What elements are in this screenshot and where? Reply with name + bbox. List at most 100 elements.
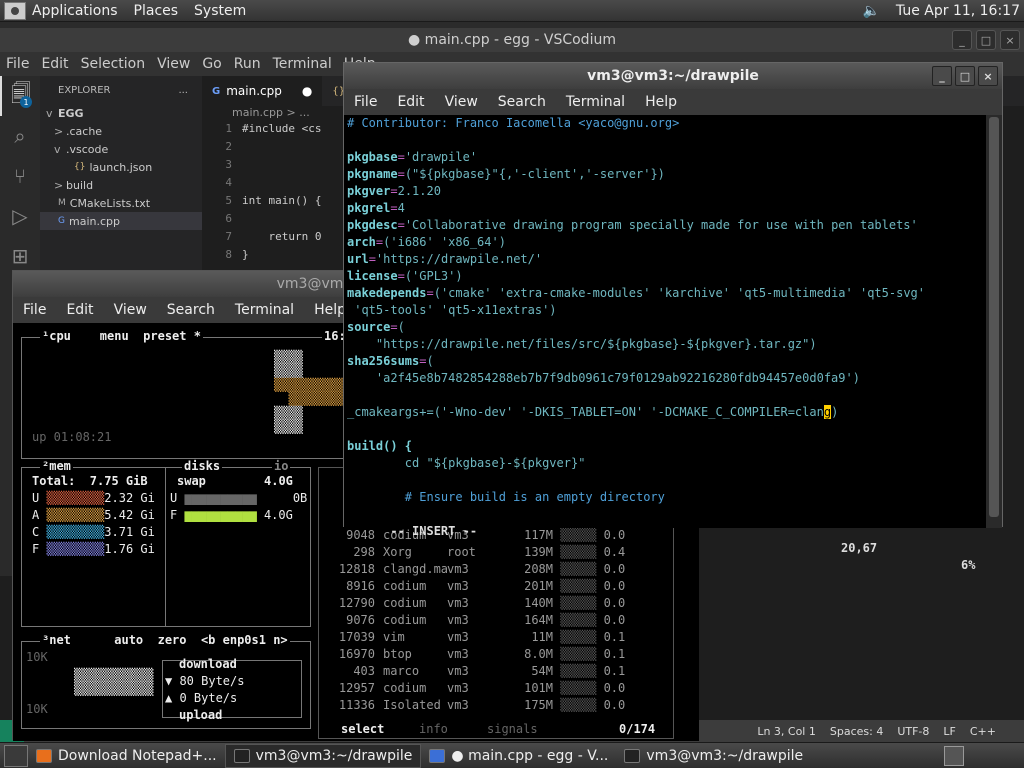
menu-terminal[interactable]: Terminal: [225, 302, 304, 318]
status-indentation[interactable]: Spaces: 4: [830, 725, 883, 738]
mem-row-available: A ▒▒▒▒▒▒▒▒5.42 Gi: [32, 508, 155, 522]
clock[interactable]: Tue Apr 11, 16:17: [888, 3, 1024, 19]
volume-icon[interactable]: 🔈: [854, 3, 887, 19]
process-pid: 403: [353, 664, 375, 678]
explorer-tree-item[interactable]: M CMakeLists.txt: [40, 194, 202, 212]
menu-view[interactable]: View: [104, 302, 157, 318]
vim-window-title: vm3@vm3:~/drawpile: [587, 68, 759, 84]
maximize-icon[interactable]: □: [955, 66, 975, 86]
process-row[interactable]: 11336 Isolated vm3 175M ▒▒▒▒▒ 0.0: [319, 698, 673, 715]
menu-view[interactable]: View: [435, 94, 488, 110]
unsaved-dot-icon[interactable]: ●: [302, 84, 312, 98]
workspace-switcher[interactable]: [944, 745, 964, 766]
status-language[interactable]: C++: [970, 725, 996, 738]
process-row[interactable]: 16970 btop vm3 8.0M ▒▒▒▒▒ 0.1: [319, 647, 673, 664]
process-mem-graph: ▒▒▒▒▒: [553, 579, 604, 593]
vim-title-bar[interactable]: vm3@vm3:~/drawpile _ □ ×: [344, 63, 1002, 89]
minimize-icon[interactable]: _: [952, 30, 972, 50]
process-mem-graph: ▒▒▒▒▒: [553, 562, 604, 576]
vim-scrollbar[interactable]: [986, 115, 1002, 528]
taskbar: Download Notepad+... vm3@vm3:~/drawpile ● …: [0, 742, 1024, 768]
menu-search[interactable]: Search: [157, 302, 225, 318]
explorer-tree-item[interactable]: > build: [40, 176, 202, 194]
process-row[interactable]: 403 marco vm3 54M ▒▒▒▒▒ 0.1: [319, 664, 673, 681]
disks-header[interactable]: disks: [182, 459, 223, 473]
explorer-icon[interactable]: 🗐 1: [0, 76, 40, 116]
vscodium-title-bar[interactable]: ● main.cpp - egg - VSCodium _ □ ×: [0, 28, 1024, 52]
footer-select[interactable]: select: [341, 722, 384, 736]
process-row[interactable]: 17039 vim vm3 11M ▒▒▒▒▒ 0.1: [319, 630, 673, 647]
process-row[interactable]: 12957 codium vm3 101M ▒▒▒▒▒ 0.0: [319, 681, 673, 698]
process-name: codium: [383, 613, 427, 627]
mem-row-used: U ▒▒▒▒▒▒▒▒2.32 Gi: [32, 491, 155, 505]
show-desktop-icon[interactable]: [4, 744, 28, 767]
menu-terminal[interactable]: Terminal: [267, 56, 338, 72]
menu-go[interactable]: Go: [196, 56, 227, 72]
explorer-tree-item[interactable]: {} launch.json: [40, 158, 202, 176]
status-cursor-position[interactable]: Ln 3, Col 1: [757, 725, 816, 738]
tab-label: main.cpp: [226, 84, 282, 98]
footer-signals[interactable]: signals: [487, 722, 538, 736]
taskbar-item-label: ● main.cpp - egg - V...: [451, 747, 609, 764]
vim-scroll-percent: 6%: [961, 558, 976, 572]
net-scale-top: 10K: [26, 650, 48, 664]
menu-edit[interactable]: Edit: [387, 94, 434, 110]
explorer-tree-item[interactable]: > .cache: [40, 122, 202, 140]
menu-file[interactable]: File: [344, 94, 387, 110]
upload-label: upload: [179, 708, 223, 722]
process-mem: 117M: [524, 528, 553, 542]
menu-view[interactable]: View: [151, 56, 196, 72]
taskbar-item[interactable]: vm3@vm3:~/drawpile: [224, 743, 422, 768]
tab-main-cpp[interactable]: G main.cpp ●: [202, 76, 323, 106]
run-debug-icon[interactable]: ▷: [0, 196, 40, 236]
process-mem: 54M: [531, 664, 553, 678]
code-line: build() {: [347, 439, 413, 453]
menu-edit[interactable]: Edit: [35, 56, 74, 72]
explorer-tree-item[interactable]: v .vscode: [40, 140, 202, 158]
cpu-header[interactable]: ¹cpu menu preset *: [40, 329, 203, 343]
taskbar-item[interactable]: vm3@vm3:~/drawpile: [616, 744, 811, 768]
code-line: pkgrel=4: [347, 201, 405, 215]
menu-run[interactable]: Run: [228, 56, 267, 72]
menu-file[interactable]: File: [13, 302, 56, 318]
upload-rate-row: ▲ 0 Byte/s: [165, 691, 238, 705]
taskbar-item[interactable]: Download Notepad+...: [28, 744, 225, 768]
menu-terminal[interactable]: Terminal: [556, 94, 635, 110]
process-row[interactable]: 12790 codium vm3 140M ▒▒▒▒▒ 0.0: [319, 596, 673, 613]
process-row[interactable]: 9076 codium vm3 164M ▒▒▒▒▒ 0.0: [319, 613, 673, 630]
footer-info[interactable]: info: [419, 722, 448, 736]
close-icon[interactable]: ×: [978, 66, 998, 86]
process-user: vm3: [447, 596, 469, 610]
mem-header[interactable]: ²mem: [40, 459, 73, 473]
applications-menu[interactable]: Applications: [0, 1, 126, 20]
vim-editor[interactable]: # Contributor: Franco Iacomella <yaco@gn…: [344, 115, 988, 572]
system-menu[interactable]: System: [186, 3, 254, 19]
io-header[interactable]: io: [272, 459, 291, 473]
taskbar-item[interactable]: ● main.cpp - egg - V...: [421, 744, 616, 768]
chevron-icon: v: [54, 142, 61, 156]
menu-edit[interactable]: Edit: [56, 302, 103, 318]
maximize-icon[interactable]: □: [976, 30, 996, 50]
source-control-icon[interactable]: ⑂: [0, 156, 40, 196]
code-line: license=('GPL3'): [347, 269, 463, 283]
close-icon[interactable]: ×: [1000, 30, 1020, 50]
net-header[interactable]: ³net auto zero <b enp0s1 n>: [40, 633, 290, 647]
process-cpu: 0.0: [603, 596, 626, 610]
explorer-tree-item[interactable]: Gmain.cpp: [40, 212, 202, 230]
menu-search[interactable]: Search: [488, 94, 556, 110]
minimize-icon[interactable]: _: [932, 66, 952, 86]
process-mem-graph: ▒▒▒▒▒: [553, 545, 604, 559]
explorer-tree-item[interactable]: v EGG: [40, 104, 202, 122]
status-eol[interactable]: LF: [943, 725, 955, 738]
menu-help[interactable]: Help: [635, 94, 687, 110]
places-menu[interactable]: Places: [126, 3, 187, 19]
process-mem-graph: ▒▒▒▒▒: [553, 647, 604, 661]
app-icon: [233, 748, 250, 763]
status-encoding[interactable]: UTF-8: [897, 725, 929, 738]
search-icon[interactable]: ⌕: [0, 116, 40, 156]
menu-file[interactable]: File: [0, 56, 35, 72]
explorer-more-icon[interactable]: ...: [178, 85, 188, 96]
menu-selection[interactable]: Selection: [75, 56, 152, 72]
vim-menubar: File Edit View Search Terminal Help: [344, 89, 1002, 115]
